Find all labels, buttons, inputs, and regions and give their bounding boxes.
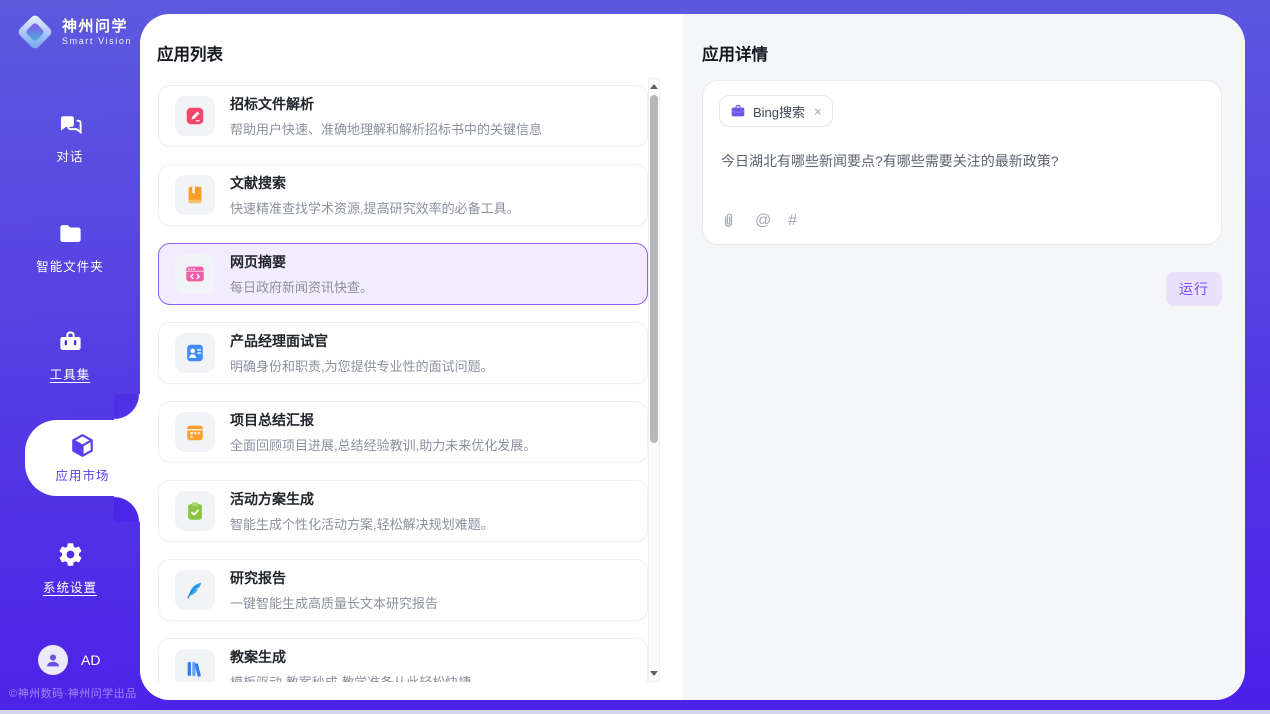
sidebar-item-1[interactable]: 对话: [0, 110, 140, 165]
sidebar-item-4[interactable]: 应用市场: [25, 420, 140, 496]
person-icon: [44, 651, 62, 669]
app-item-title: 教案生成: [230, 647, 471, 667]
sidebar-item-2[interactable]: 智能文件夹: [0, 220, 140, 275]
sidebar-item-label: 应用市场: [55, 465, 109, 484]
sidebar-nav: 对话智能文件夹工具集应用市场系统设置: [0, 0, 140, 714]
composer-card: Bing搜索 × 今日湖北有哪些新闻要点?有哪些需要关注的最新政策? @#: [702, 80, 1222, 245]
scroll-thumb[interactable]: [650, 95, 658, 443]
app-list-item[interactable]: 项目总结汇报全面回顾项目进展,总结经验教训,助力未来优化发展。: [158, 401, 648, 463]
app-icon-tile: [175, 649, 215, 682]
app-list-item[interactable]: 招标文件解析帮助用户快速、准确地理解和解析招标书中的关键信息: [158, 85, 648, 147]
scroll-down-button[interactable]: [649, 667, 659, 680]
copyright-footer: ©神州数码·神州问学出品: [9, 685, 137, 701]
app-item-description: 帮助用户快速、准确地理解和解析招标书中的关键信息: [230, 119, 542, 138]
pen-square-icon: [184, 105, 206, 127]
quill-icon: [184, 579, 206, 601]
app-detail-title: 应用详情: [702, 41, 768, 65]
app-icon-tile: [175, 254, 215, 294]
chat-icon: [57, 110, 84, 137]
user-row[interactable]: AD: [38, 645, 100, 675]
app-item-title: 活动方案生成: [230, 489, 494, 509]
toolbox-icon: [57, 328, 84, 355]
app-list-item[interactable]: 教案生成模板驱动,教案秒成,教学准备从此轻松快捷: [158, 638, 648, 682]
scrollbar[interactable]: [648, 78, 660, 682]
paperclip-icon[interactable]: [719, 211, 738, 230]
app-item-description: 一键智能生成高质量长文本研究报告: [230, 593, 438, 612]
app-list: 招标文件解析帮助用户快速、准确地理解和解析招标书中的关键信息文献搜索快速精准查找…: [158, 82, 648, 682]
browser-code-icon: [184, 263, 206, 285]
app-icon-tile: [175, 412, 215, 452]
sidebar-item-5[interactable]: 系统设置: [0, 541, 140, 596]
pill-corner-top: [114, 394, 140, 420]
app-item-title: 文献搜索: [230, 173, 520, 193]
folder-icon: [57, 220, 84, 247]
app-icon-tile: [175, 175, 215, 215]
app-list-item[interactable]: 研究报告一键智能生成高质量长文本研究报告: [158, 559, 648, 621]
app-item-description: 每日政府新闻资讯快查。: [230, 277, 373, 296]
scroll-down-icon: [650, 671, 658, 676]
app-list-item[interactable]: 网页摘要每日政府新闻资讯快查。: [158, 243, 648, 305]
app-item-description: 明确身份和职责,为您提供专业性的面试问题。: [230, 356, 494, 375]
sidebar-item-label: 对话: [56, 146, 83, 165]
app-icon-tile: [175, 570, 215, 610]
query-input[interactable]: 今日湖北有哪些新闻要点?有哪些需要关注的最新政策?: [721, 151, 1203, 172]
tool-tag[interactable]: Bing搜索 ×: [719, 95, 833, 127]
main-content: 应用列表 招标文件解析帮助用户快速、准确地理解和解析招标书中的关键信息文献搜索快…: [140, 14, 1245, 700]
app-icon-tile: [175, 491, 215, 531]
book-icon: [184, 184, 206, 206]
app-list-title: 应用列表: [157, 41, 223, 65]
sidebar-item-label: 系统设置: [43, 577, 97, 596]
app-list-item[interactable]: 产品经理面试官明确身份和职责,为您提供专业性的面试问题。: [158, 322, 648, 384]
sidebar-item-3[interactable]: 工具集: [0, 328, 140, 383]
close-icon[interactable]: ×: [812, 104, 822, 119]
briefcase-icon: [730, 103, 746, 119]
books-icon: [184, 658, 206, 680]
scroll-up-icon: [650, 84, 658, 89]
clipboard-check-icon: [184, 500, 206, 522]
composer-toolbar: @#: [719, 211, 797, 230]
tool-tag-label: Bing搜索: [753, 102, 805, 121]
pill-corner-bottom: [114, 496, 140, 522]
sidebar-item-label: 工具集: [50, 364, 91, 383]
app-item-description: 全面回顾项目进展,总结经验教训,助力未来优化发展。: [230, 435, 536, 454]
bottom-edge-strip: [0, 710, 1270, 714]
interviewer-icon: [184, 342, 206, 364]
app-list-item[interactable]: 文献搜索快速精准查找学术资源,提高研究效率的必备工具。: [158, 164, 648, 226]
app-item-title: 招标文件解析: [230, 94, 542, 114]
app-item-title: 项目总结汇报: [230, 410, 536, 430]
app-item-title: 研究报告: [230, 568, 438, 588]
app-item-title: 产品经理面试官: [230, 331, 494, 351]
app-item-title: 网页摘要: [230, 252, 373, 272]
app-icon-tile: [175, 333, 215, 373]
user-name: AD: [81, 652, 100, 668]
avatar[interactable]: [38, 645, 68, 675]
app-list-panel: 应用列表 招标文件解析帮助用户快速、准确地理解和解析招标书中的关键信息文献搜索快…: [140, 14, 683, 700]
scroll-up-button[interactable]: [649, 80, 659, 93]
calendar-icon: [184, 421, 206, 443]
cube-icon: [69, 432, 96, 459]
app-list-item[interactable]: 活动方案生成智能生成个性化活动方案,轻松解决规划难题。: [158, 480, 648, 542]
app-detail-panel: 应用详情 Bing搜索 × 今日湖北有哪些新闻要点?有哪些需要关注的最新政策? …: [683, 14, 1245, 700]
gear-icon: [57, 541, 84, 568]
app-item-description: 模板驱动,教案秒成,教学准备从此轻松快捷: [230, 672, 471, 682]
sidebar-item-label: 智能文件夹: [36, 256, 104, 275]
run-button[interactable]: 运行: [1166, 272, 1222, 306]
hash-icon[interactable]: #: [788, 211, 797, 230]
app-item-description: 快速精准查找学术资源,提高研究效率的必备工具。: [230, 198, 520, 217]
at-icon[interactable]: @: [755, 211, 771, 230]
app-icon-tile: [175, 96, 215, 136]
sidebar: 神州问学 Smart Vision 对话智能文件夹工具集应用市场系统设置 AD …: [0, 0, 140, 714]
app-item-description: 智能生成个性化活动方案,轻松解决规划难题。: [230, 514, 494, 533]
